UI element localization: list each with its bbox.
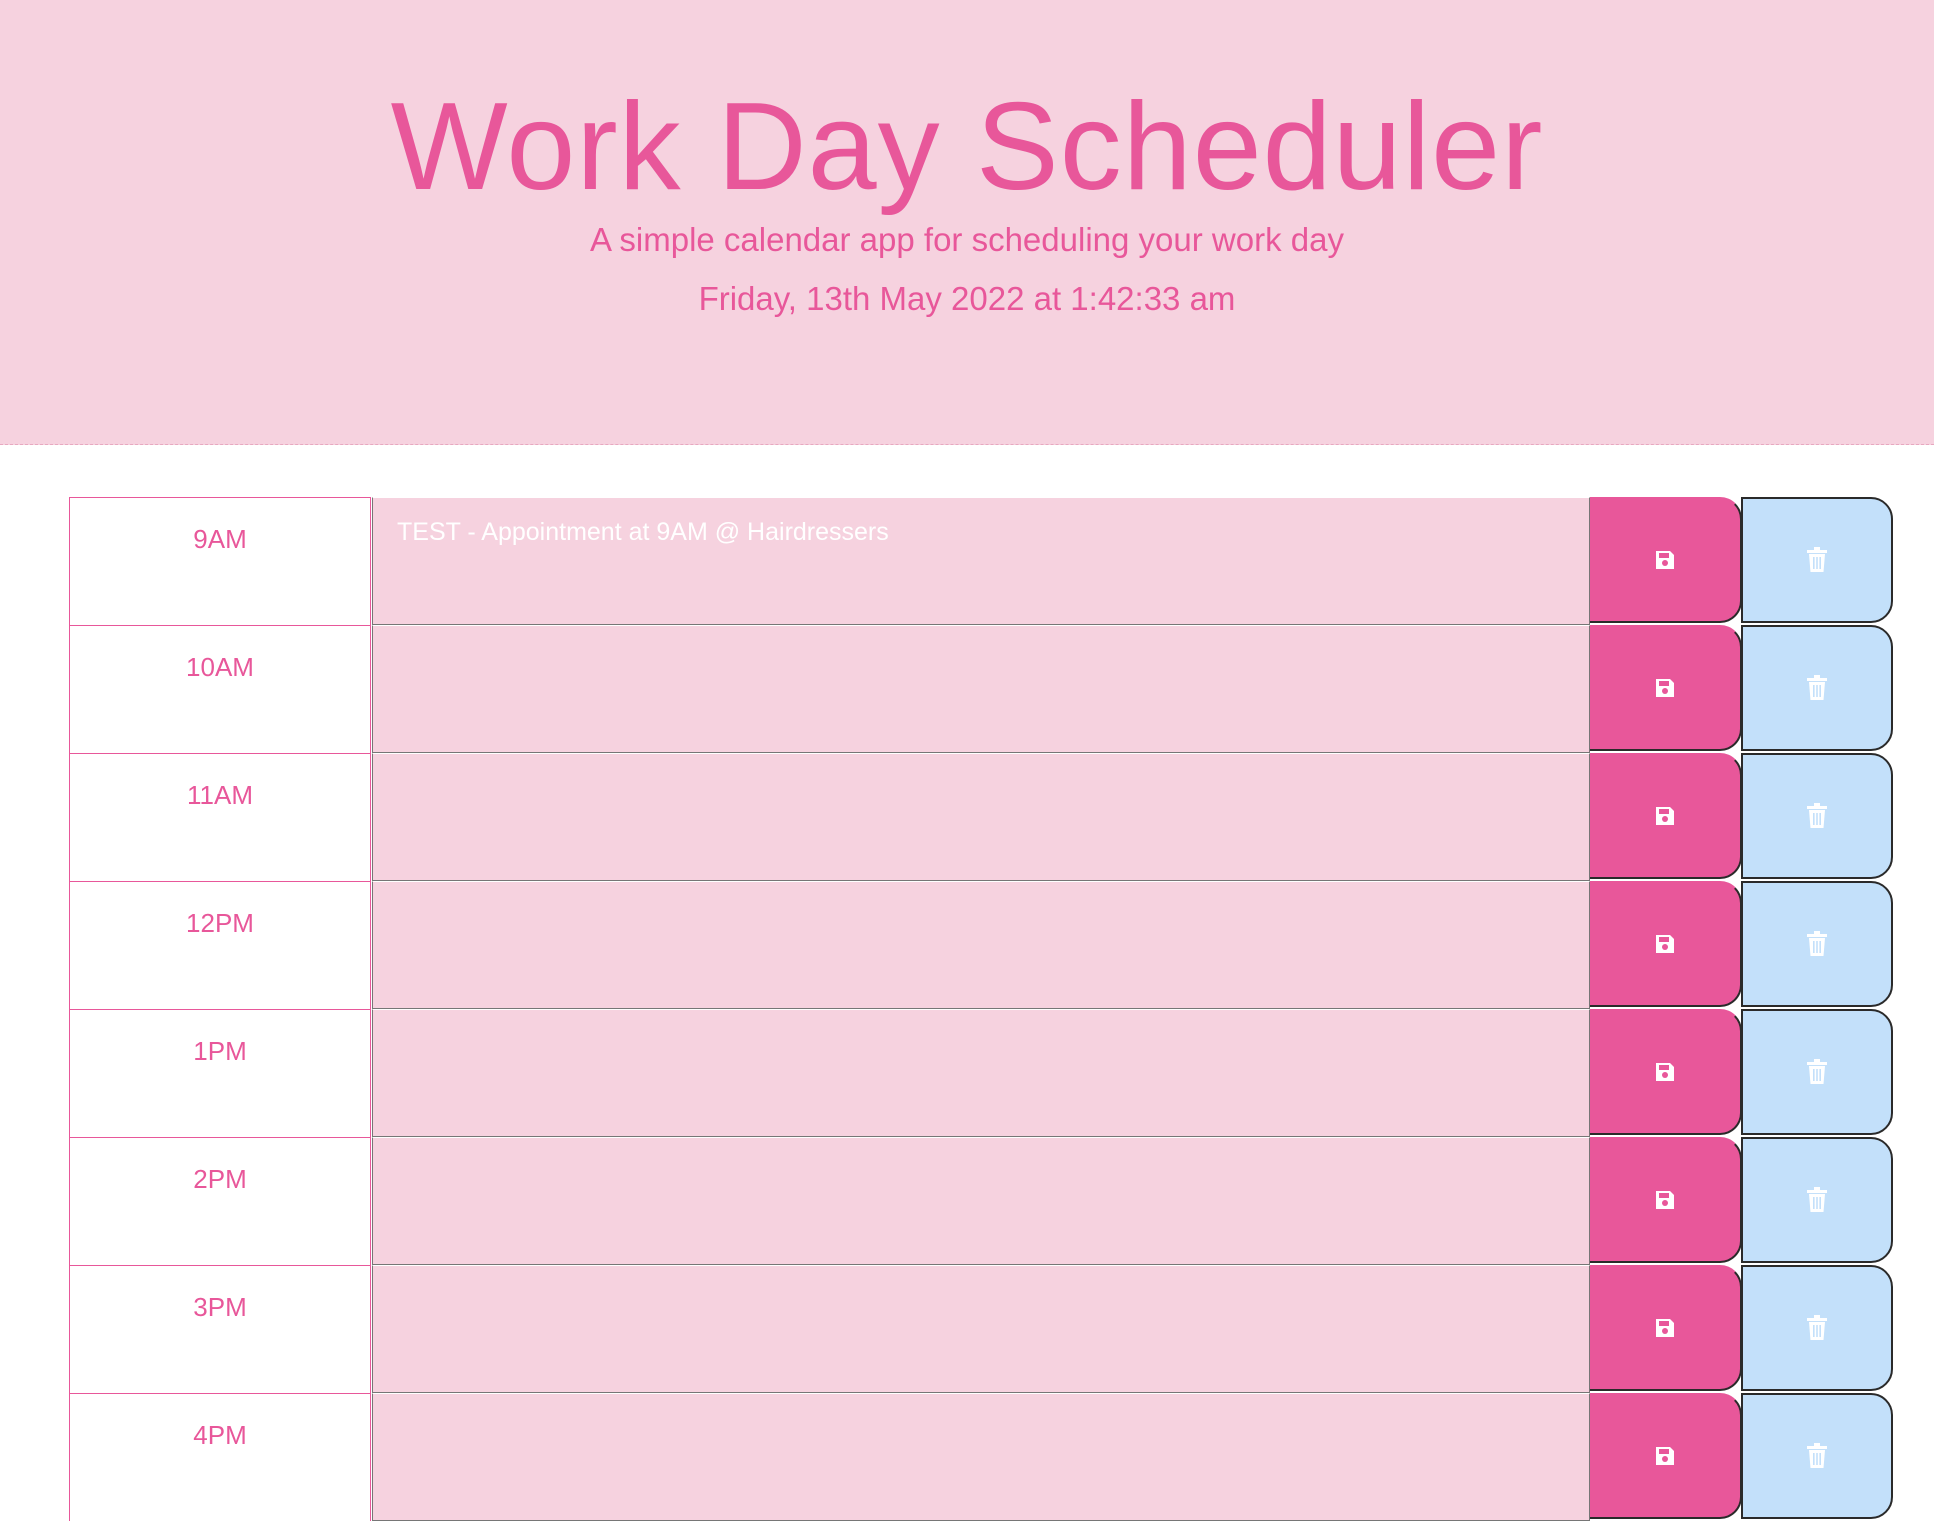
trash-icon	[1806, 1315, 1828, 1341]
floppy-disk-icon	[1654, 677, 1676, 699]
event-description-input[interactable]	[372, 625, 1590, 753]
schedule-container: 9AM TEST - Appointment at 9AM @ Hairdres…	[69, 497, 1893, 1521]
save-button[interactable]	[1590, 497, 1742, 623]
time-block: 3PM	[69, 1265, 1893, 1393]
floppy-disk-icon	[1654, 933, 1676, 955]
event-description-input[interactable]	[372, 881, 1590, 1009]
floppy-disk-icon	[1654, 1317, 1676, 1339]
save-button[interactable]	[1590, 1137, 1742, 1263]
hour-label: 3PM	[69, 1265, 371, 1393]
save-button[interactable]	[1590, 625, 1742, 751]
hour-label: 1PM	[69, 1009, 371, 1137]
hour-label: 10AM	[69, 625, 371, 753]
event-description-input[interactable]	[372, 1393, 1590, 1521]
floppy-disk-icon	[1654, 1445, 1676, 1467]
delete-button[interactable]	[1741, 1265, 1893, 1391]
time-block: 11AM	[69, 753, 1893, 881]
delete-button[interactable]	[1741, 1137, 1893, 1263]
trash-icon	[1806, 803, 1828, 829]
save-button[interactable]	[1590, 1265, 1742, 1391]
hour-label: 12PM	[69, 881, 371, 1009]
event-description-input[interactable]	[372, 753, 1590, 881]
trash-icon	[1806, 1443, 1828, 1469]
event-description-input[interactable]	[372, 1009, 1590, 1137]
trash-icon	[1806, 931, 1828, 957]
hour-label: 4PM	[69, 1393, 371, 1521]
event-description-input[interactable]	[372, 1265, 1590, 1393]
floppy-disk-icon	[1654, 549, 1676, 571]
trash-icon	[1806, 675, 1828, 701]
current-date-time: Friday, 13th May 2022 at 1:42:33 am	[698, 280, 1236, 317]
hour-label: 11AM	[69, 753, 371, 881]
time-block: 2PM	[69, 1137, 1893, 1265]
event-description-input[interactable]	[372, 1137, 1590, 1265]
hour-label: 9AM	[69, 497, 371, 625]
save-button[interactable]	[1590, 881, 1742, 1007]
delete-button[interactable]	[1741, 497, 1893, 623]
time-block: 12PM	[69, 881, 1893, 1009]
time-block: 9AM TEST - Appointment at 9AM @ Hairdres…	[69, 497, 1893, 625]
page-subtitle: A simple calendar app for scheduling you…	[590, 221, 1344, 258]
trash-icon	[1806, 547, 1828, 573]
delete-button[interactable]	[1741, 1009, 1893, 1135]
floppy-disk-icon	[1654, 1061, 1676, 1083]
delete-button[interactable]	[1741, 753, 1893, 879]
save-button[interactable]	[1590, 753, 1742, 879]
floppy-disk-icon	[1654, 805, 1676, 827]
floppy-disk-icon	[1654, 1189, 1676, 1211]
trash-icon	[1806, 1187, 1828, 1213]
event-description-input[interactable]: TEST - Appointment at 9AM @ Hairdressers	[372, 497, 1590, 625]
time-block: 1PM	[69, 1009, 1893, 1137]
time-block: 4PM	[69, 1393, 1893, 1521]
save-button[interactable]	[1590, 1393, 1742, 1519]
save-button[interactable]	[1590, 1009, 1742, 1135]
trash-icon	[1806, 1059, 1828, 1085]
hour-label: 2PM	[69, 1137, 371, 1265]
header: Work Day Scheduler A simple calendar app…	[0, 0, 1934, 445]
page-title: Work Day Scheduler	[390, 78, 1544, 216]
delete-button[interactable]	[1741, 881, 1893, 1007]
delete-button[interactable]	[1741, 1393, 1893, 1519]
time-block: 10AM	[69, 625, 1893, 753]
delete-button[interactable]	[1741, 625, 1893, 751]
